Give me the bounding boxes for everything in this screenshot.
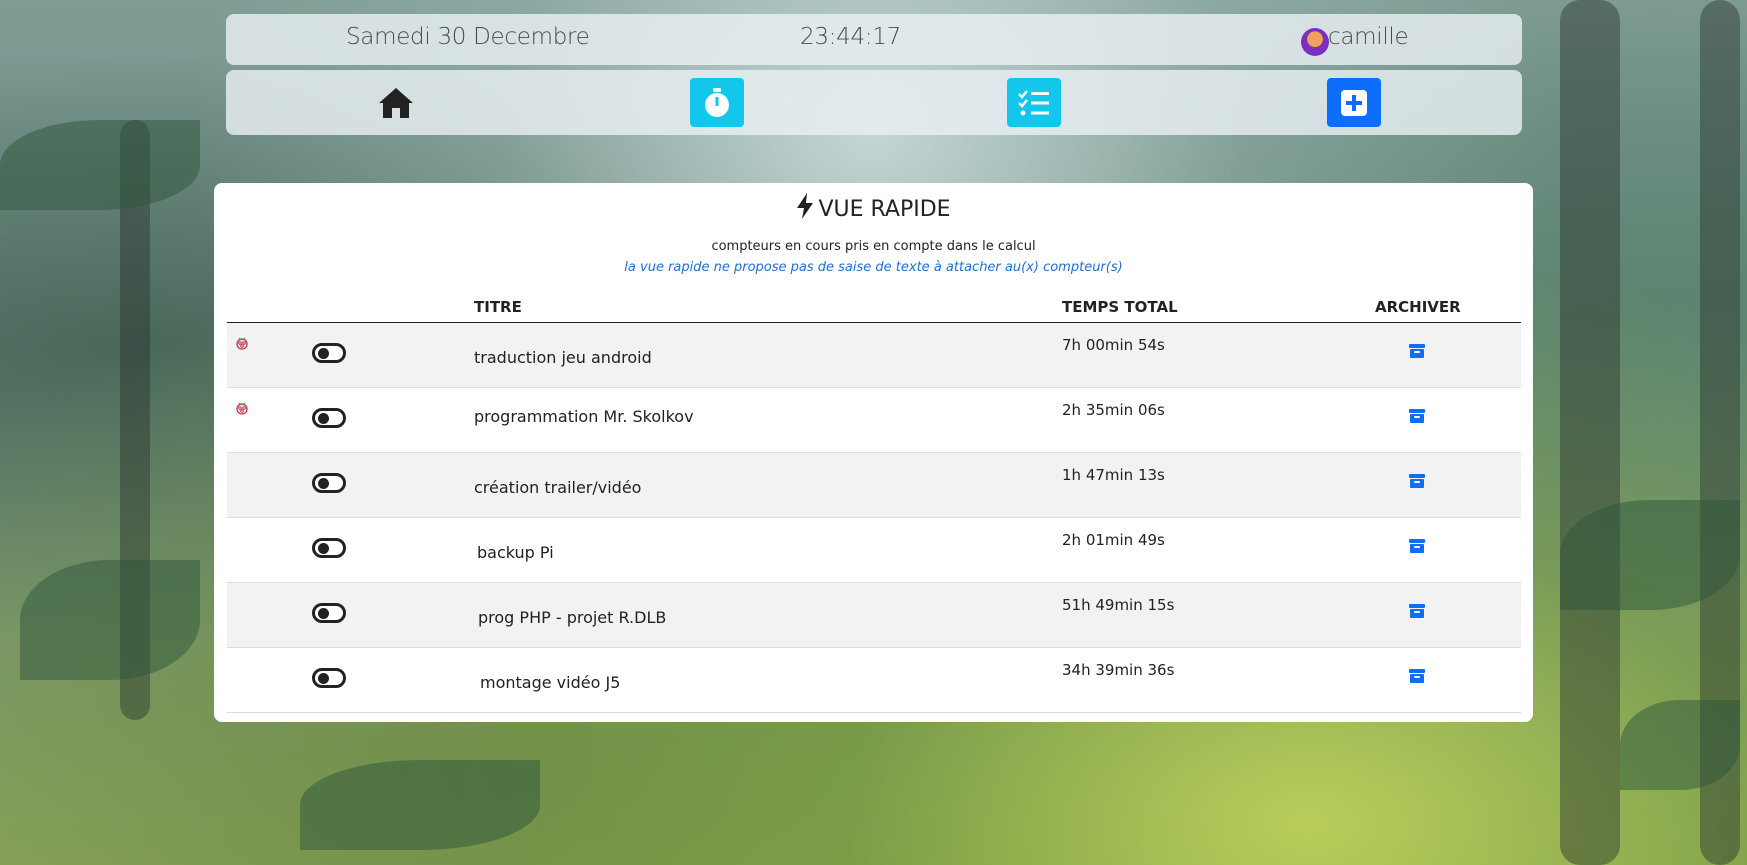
panel-note: la vue rapide ne propose pas de saise de… — [624, 260, 1123, 275]
raspberry-icon — [236, 402, 248, 415]
user-avatar-icon[interactable] — [1301, 28, 1329, 56]
home-icon — [379, 87, 413, 118]
task-list-icon — [1018, 89, 1049, 115]
nav-timer-button[interactable] — [690, 78, 744, 127]
panel-subtitle: compteurs en cours pris en compte dans l… — [711, 239, 1036, 254]
current-date: Samedi 30 Decembre — [346, 24, 590, 50]
counters-table: TITRE TEMPS TOTAL ARCHIVER traduction je… — [227, 290, 1521, 713]
counter-title: montage vidéo J5 — [480, 673, 621, 692]
header-total-time: TEMPS TOTAL — [1062, 298, 1178, 316]
counter-toggle[interactable] — [312, 408, 346, 428]
counter-total-time: 51h 49min 15s — [1062, 596, 1175, 614]
table-row: programmation Mr. Skolkov 2h 35min 06s — [227, 388, 1521, 453]
counter-toggle[interactable] — [312, 538, 346, 558]
table-row: backup Pi 2h 01min 49s — [227, 518, 1521, 583]
counter-title: création trailer/vidéo — [474, 478, 642, 497]
counter-total-time: 7h 00min 54s — [1062, 336, 1165, 354]
current-time: 23:44:17 — [800, 24, 901, 50]
top-status-bar: Samedi 30 Decembre 23:44:17 camille — [226, 14, 1522, 65]
counter-title: traduction jeu android — [474, 348, 652, 367]
counter-toggle[interactable] — [312, 668, 346, 688]
nav-tasks-button[interactable] — [1007, 78, 1061, 127]
archive-icon[interactable] — [1408, 602, 1426, 620]
table-row: prog PHP - projet R.DLB 51h 49min 15s — [227, 583, 1521, 648]
add-square-icon — [1341, 89, 1367, 116]
panel-title-row: VUE RAPIDE — [214, 193, 1533, 222]
archive-icon[interactable] — [1408, 342, 1426, 360]
counter-title: programmation Mr. Skolkov — [474, 407, 694, 426]
counter-title: prog PHP - projet R.DLB — [478, 608, 667, 627]
nav-home-button[interactable] — [369, 78, 423, 127]
counter-title: backup Pi — [477, 543, 554, 562]
table-row: montage vidéo J5 34h 39min 36s — [227, 648, 1521, 713]
archive-icon[interactable] — [1408, 537, 1426, 555]
header-title: TITRE — [474, 298, 522, 316]
quick-view-panel: VUE RAPIDE compteurs en cours pris en co… — [214, 183, 1533, 722]
counter-total-time: 34h 39min 36s — [1062, 661, 1175, 679]
panel-title: VUE RAPIDE — [818, 197, 951, 222]
counter-toggle[interactable] — [312, 603, 346, 623]
table-row: création trailer/vidéo 1h 47min 13s — [227, 453, 1521, 518]
raspberry-icon — [236, 337, 248, 350]
stopwatch-icon — [705, 87, 729, 117]
nav-add-button[interactable] — [1327, 78, 1381, 127]
table-header: TITRE TEMPS TOTAL ARCHIVER — [227, 290, 1521, 323]
counter-total-time: 2h 35min 06s — [1062, 401, 1165, 419]
header-archive: ARCHIVER — [1375, 298, 1461, 316]
main-nav — [226, 70, 1522, 135]
archive-icon[interactable] — [1408, 407, 1426, 425]
counter-toggle[interactable] — [312, 473, 346, 493]
username: camille — [1328, 24, 1409, 50]
archive-icon[interactable] — [1408, 667, 1426, 685]
bolt-icon — [797, 193, 814, 219]
archive-icon[interactable] — [1408, 472, 1426, 490]
counter-toggle[interactable] — [312, 343, 346, 363]
counter-total-time: 2h 01min 49s — [1062, 531, 1165, 549]
counter-total-time: 1h 47min 13s — [1062, 466, 1165, 484]
table-row: traduction jeu android 7h 00min 54s — [227, 323, 1521, 388]
